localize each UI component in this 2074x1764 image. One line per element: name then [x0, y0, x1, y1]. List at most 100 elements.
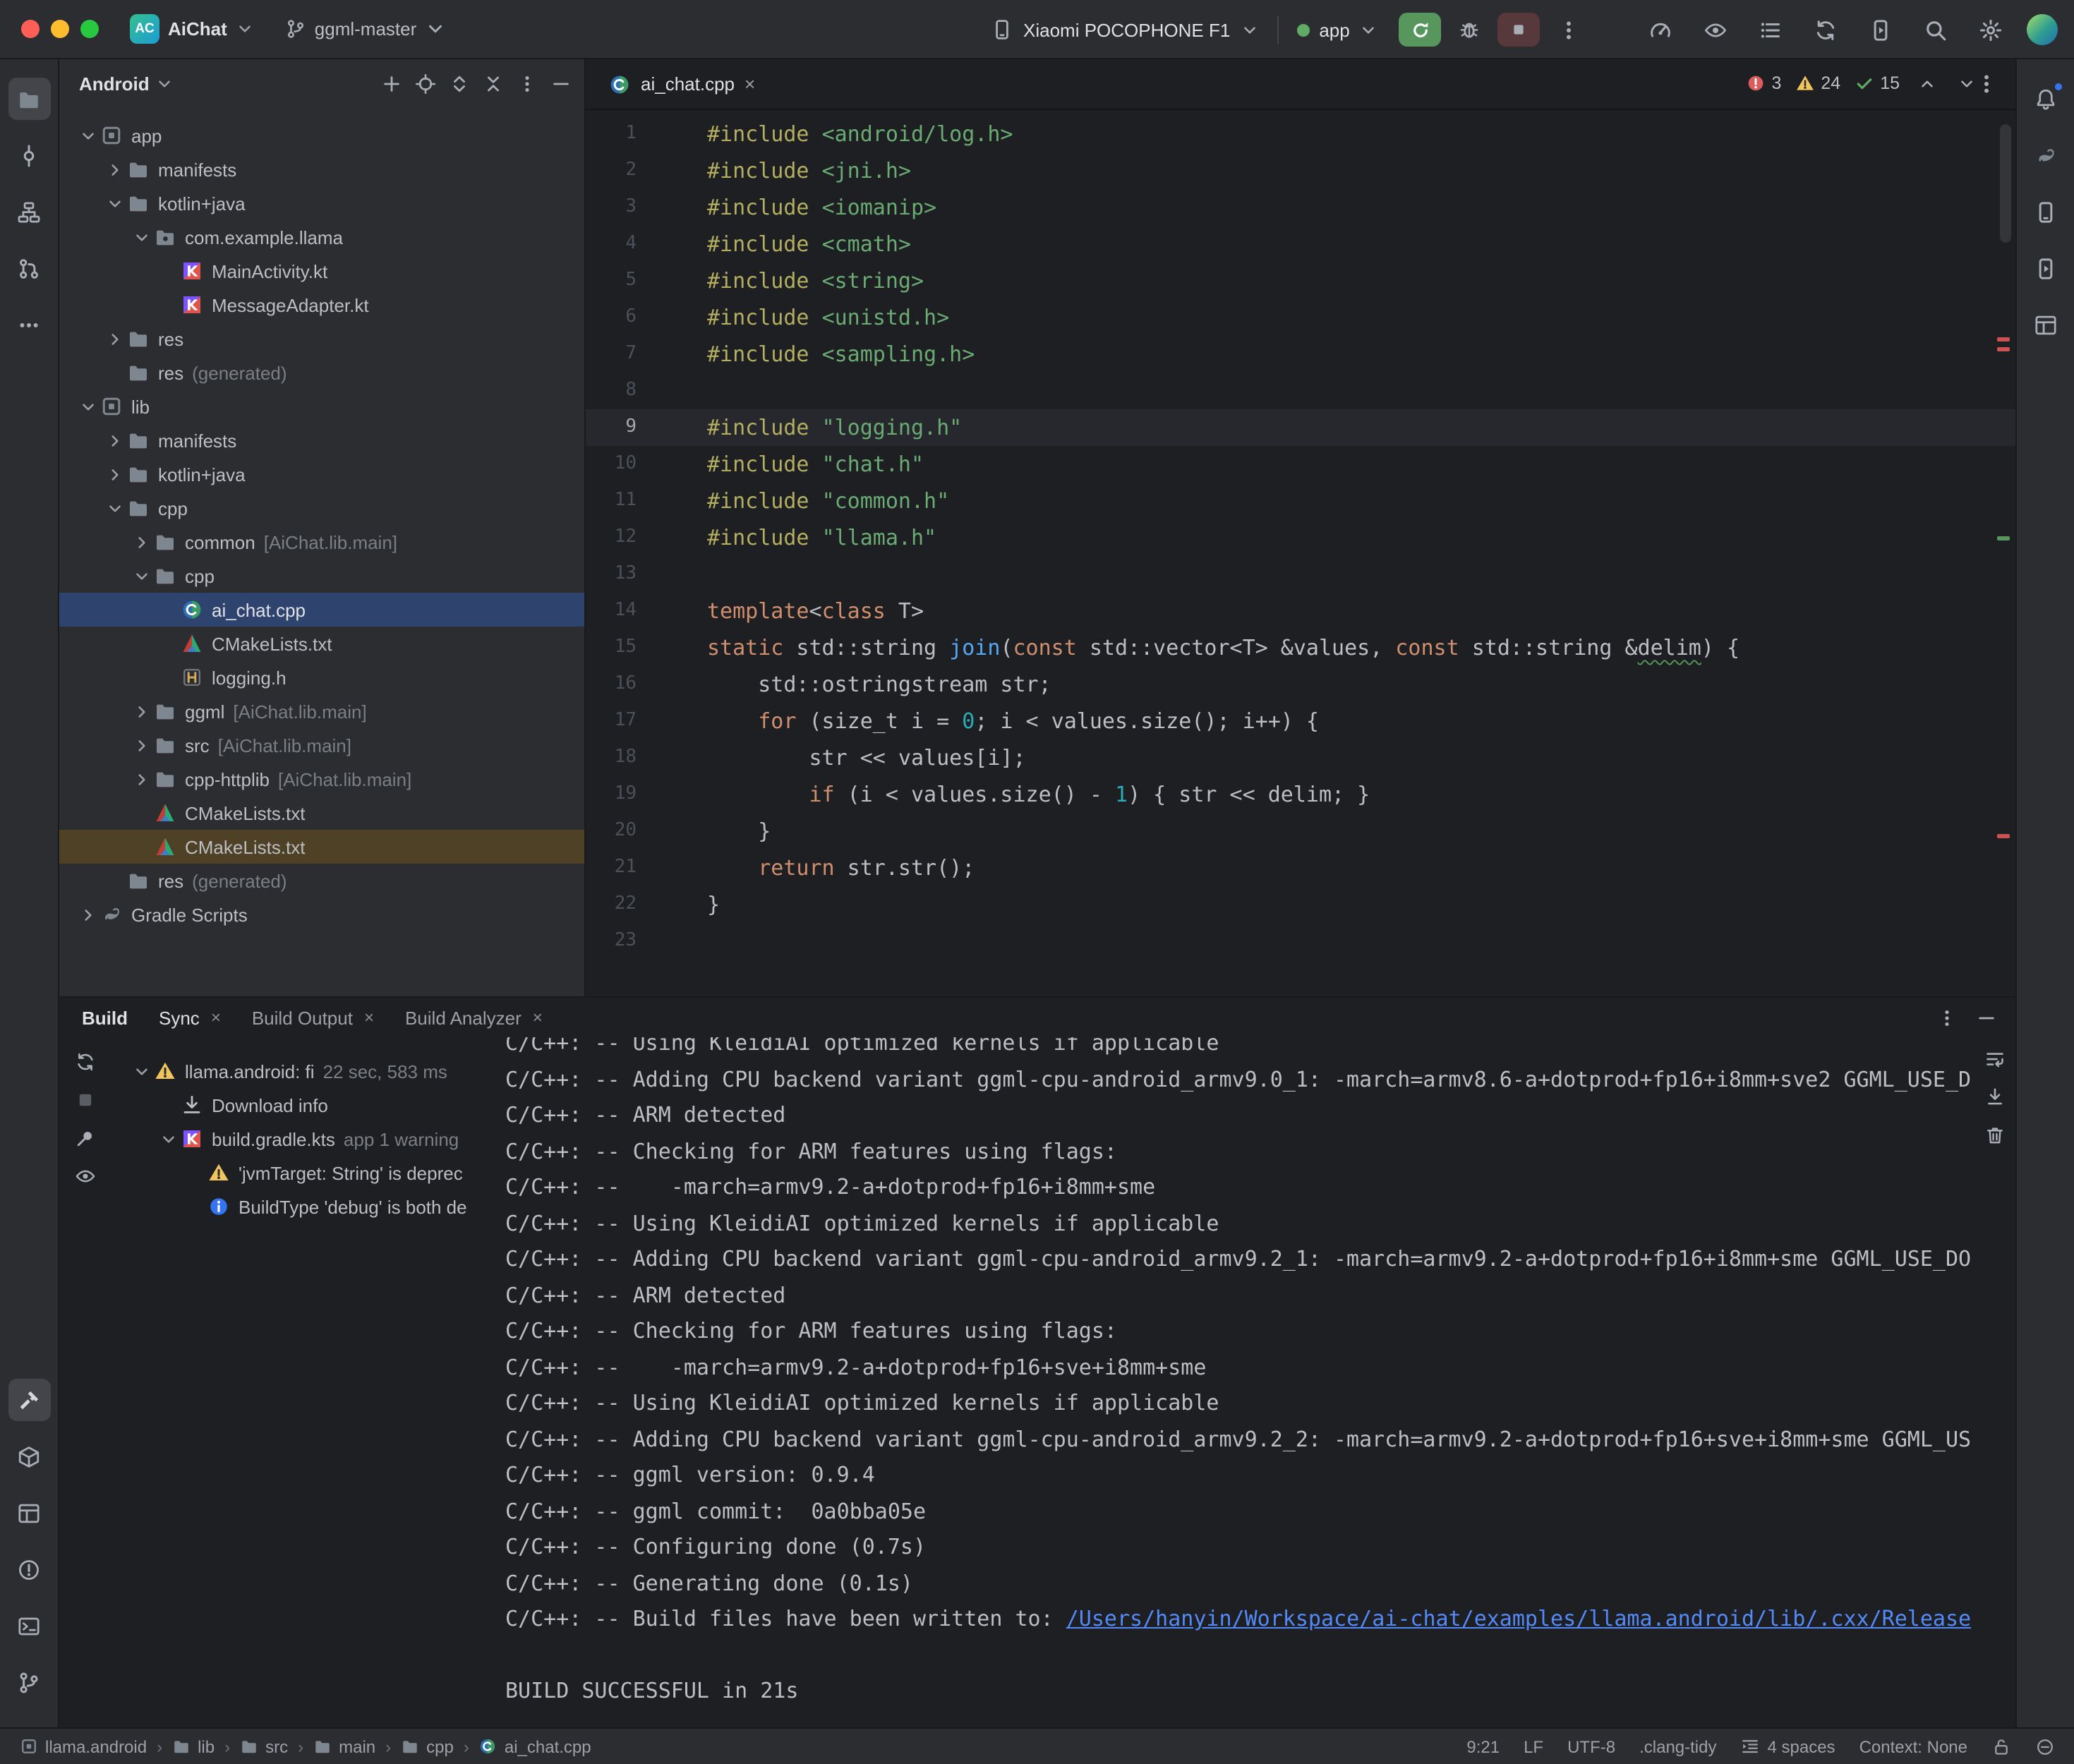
tree-toggle-icon[interactable]: [103, 463, 127, 485]
project-tree-row[interactable]: common[AiChat.lib.main]: [59, 525, 584, 559]
more-tool-windows-icon[interactable]: [8, 303, 50, 346]
soft-wrap-icon[interactable]: [1979, 1043, 2010, 1074]
run-options-icon[interactable]: [1550, 11, 1587, 48]
tree-toggle-icon[interactable]: [76, 124, 100, 147]
close-tab-icon[interactable]: ×: [533, 1008, 543, 1027]
project-tree-row[interactable]: ai_chat.cpp: [59, 593, 584, 627]
passed-count[interactable]: 15: [1855, 73, 1900, 93]
packages-tool-icon[interactable]: [8, 1435, 50, 1478]
tree-toggle-icon[interactable]: [130, 1060, 154, 1082]
code-line[interactable]: 21 return str.str();: [586, 850, 2015, 886]
breadcrumb-item[interactable]: ai_chat.cpp: [479, 1736, 591, 1756]
code-line[interactable]: 18 str << values[i];: [586, 739, 2015, 776]
code-line[interactable]: 3#include <iomanip>: [586, 189, 2015, 226]
build-tree-row[interactable]: 'jvmTarget: String' is deprec: [110, 1156, 488, 1190]
code-line[interactable]: 22}: [586, 886, 2015, 923]
tree-toggle-icon[interactable]: [130, 768, 154, 790]
code-line[interactable]: 15static std::string join(const std::vec…: [586, 629, 2015, 666]
settings-icon[interactable]: [1972, 11, 2008, 48]
console-link[interactable]: /Users/hanyin/Workspace/ai-chat/examples…: [1066, 1606, 1971, 1631]
user-avatar[interactable]: [2027, 14, 2058, 45]
build-tool-icon[interactable]: [8, 1379, 50, 1421]
build-tree-row[interactable]: BuildType 'debug' is both de: [110, 1190, 488, 1224]
device-selector[interactable]: Xiaomi POCOPHONE F1: [1023, 19, 1230, 40]
code-line[interactable]: 9#include "logging.h": [586, 409, 2015, 446]
device-manager-icon[interactable]: [2025, 191, 2067, 233]
filter-messages-icon[interactable]: [69, 1160, 100, 1191]
code-line[interactable]: 7#include <sampling.h>: [586, 336, 2015, 373]
tree-toggle-icon[interactable]: [130, 531, 154, 553]
build-tab-build-analyzer[interactable]: Build Analyzer×: [405, 1007, 543, 1028]
build-tree-row[interactable]: Download info: [110, 1088, 488, 1122]
project-tree-row[interactable]: com.example.llama: [59, 220, 584, 254]
tree-toggle-icon[interactable]: [130, 700, 154, 723]
code-line[interactable]: 23: [586, 923, 2015, 960]
ai-context[interactable]: Context: None: [1859, 1736, 1967, 1756]
project-tree-row[interactable]: CMakeLists.txt: [59, 830, 584, 864]
build-options-icon[interactable]: [1931, 1002, 1962, 1033]
structure-tool-icon[interactable]: [8, 191, 50, 233]
warning-count[interactable]: 24: [1795, 73, 1840, 93]
new-item-icon[interactable]: [375, 68, 406, 99]
layout-inspector-icon[interactable]: [2025, 303, 2067, 346]
project-tree-row[interactable]: ggml[AiChat.lib.main]: [59, 694, 584, 728]
project-tree-row[interactable]: kotlin+java: [59, 457, 584, 491]
code-editor[interactable]: 1#include <android/log.h>2#include <jni.…: [586, 110, 2015, 996]
debug-app-button[interactable]: [1452, 13, 1488, 47]
zoom-window-button[interactable]: [80, 20, 99, 38]
profiler-icon[interactable]: [1641, 11, 1678, 48]
notifications-icon[interactable]: [2025, 78, 2067, 120]
problems-tool-icon[interactable]: [8, 1548, 50, 1590]
project-tree-row[interactable]: cpp-httplib[AiChat.lib.main]: [59, 762, 584, 796]
code-line[interactable]: 14template<class T>: [586, 593, 2015, 629]
code-line[interactable]: 20 }: [586, 813, 2015, 850]
terminal-tool-icon[interactable]: [8, 1605, 50, 1647]
tree-toggle-icon[interactable]: [76, 903, 100, 926]
vcs-branch-widget[interactable]: ggml-master: [285, 18, 447, 40]
build-tree-row[interactable]: llama.android: fi22 sec, 583 ms: [110, 1054, 488, 1088]
project-tree-row[interactable]: kotlin+java: [59, 186, 584, 220]
line-separator[interactable]: LF: [1524, 1736, 1543, 1756]
running-devices-icon[interactable]: [2025, 247, 2067, 289]
tree-toggle-icon[interactable]: [103, 158, 127, 181]
project-tree-row[interactable]: app: [59, 119, 584, 152]
build-console[interactable]: C/C++: -- Using KleidiAI optimized kerne…: [488, 1037, 2015, 1727]
project-tool-icon[interactable]: [8, 78, 50, 120]
file-encoding[interactable]: UTF-8: [1567, 1736, 1615, 1756]
panel-options-icon[interactable]: [511, 68, 542, 99]
breadcrumb-item[interactable]: lib: [172, 1736, 215, 1756]
hide-panel-icon[interactable]: [545, 68, 576, 99]
code-line[interactable]: 2#include <jni.h>: [586, 152, 2015, 189]
app-inspection-tool-icon[interactable]: [8, 1492, 50, 1534]
next-problem-button[interactable]: [1953, 71, 1979, 96]
gradle-tool-icon[interactable]: [2025, 134, 2067, 176]
editor-tab-ai-chat-cpp[interactable]: ai_chat.cpp ×: [586, 59, 769, 109]
build-tree-row[interactable]: build.gradle.ktsapp 1 warning: [110, 1122, 488, 1156]
clear-console-icon[interactable]: [1979, 1119, 2010, 1150]
code-line[interactable]: 6#include <unistd.h>: [586, 299, 2015, 336]
close-window-button[interactable]: [21, 20, 40, 38]
build-tab-build-output[interactable]: Build Output×: [252, 1007, 374, 1028]
breadcrumb-item[interactable]: src: [240, 1736, 288, 1756]
code-line[interactable]: 5#include <string>: [586, 262, 2015, 299]
expand-all-icon[interactable]: [443, 68, 474, 99]
stop-app-button[interactable]: [1498, 13, 1541, 47]
project-tree-row[interactable]: manifests: [59, 423, 584, 457]
code-line[interactable]: 10#include "chat.h": [586, 446, 2015, 483]
pull-requests-tool-icon[interactable]: [8, 247, 50, 289]
clang-tidy-status[interactable]: .clang-tidy: [1639, 1736, 1716, 1756]
code-line[interactable]: 13: [586, 556, 2015, 593]
project-tree-row[interactable]: manifests: [59, 152, 584, 186]
caret-position[interactable]: 9:21: [1466, 1736, 1500, 1756]
code-line[interactable]: 19 if (i < values.size() - 1) { str << d…: [586, 776, 2015, 813]
tree-toggle-icon[interactable]: [130, 226, 154, 248]
tree-toggle-icon[interactable]: [103, 497, 127, 519]
code-line[interactable]: 11#include "common.h": [586, 483, 2015, 519]
inspect-code-icon[interactable]: [1696, 11, 1733, 48]
project-tree-row[interactable]: Gradle Scripts: [59, 898, 584, 931]
version-control-tool-icon[interactable]: [8, 1661, 50, 1703]
project-tree-row[interactable]: src[AiChat.lib.main]: [59, 728, 584, 762]
pin-tab-icon[interactable]: [69, 1122, 100, 1153]
code-line[interactable]: 8: [586, 373, 2015, 409]
project-tree-row[interactable]: CMakeLists.txt: [59, 796, 584, 830]
